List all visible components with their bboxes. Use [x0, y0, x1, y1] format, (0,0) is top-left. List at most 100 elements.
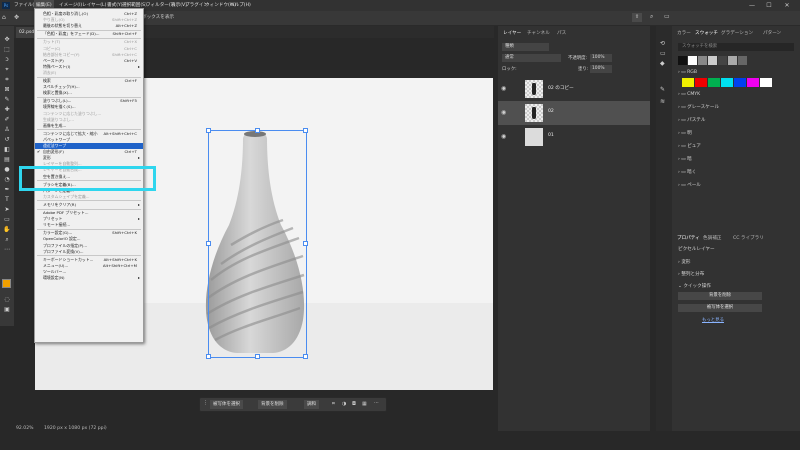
- recent-swatch[interactable]: [718, 56, 727, 65]
- tab-gradients[interactable]: グラデーション: [718, 29, 756, 38]
- edit-menu-item[interactable]: コンテンツに応じて拡大・縮小 Alt+Shift+Ctrl+C: [35, 131, 143, 137]
- edit-menu-item[interactable]: 検索 Ctrl+F: [35, 78, 143, 84]
- tab-channels[interactable]: チャンネル: [524, 29, 553, 38]
- more-options-icon[interactable]: ⋯: [374, 400, 379, 406]
- remove-background-button[interactable]: 背景を削除: [678, 292, 762, 300]
- layer-row[interactable]: ◉ 02: [498, 101, 650, 125]
- edit-menu-item[interactable]: リモート接続...: [35, 222, 143, 228]
- type-tool-icon[interactable]: T: [3, 196, 11, 203]
- edit-menu-item[interactable]: 環境設定(N) ▸: [35, 275, 143, 281]
- stamp-tool-icon[interactable]: ♙: [3, 126, 11, 133]
- minimize-button[interactable]: —: [745, 0, 759, 11]
- blur-tool-icon[interactable]: ●: [3, 166, 11, 173]
- recent-swatch[interactable]: [688, 56, 697, 65]
- visibility-eye-icon[interactable]: ◉: [501, 133, 506, 140]
- shape-tool-icon[interactable]: ▭: [3, 216, 11, 223]
- frame-tool-icon[interactable]: ⊠: [3, 86, 11, 93]
- layer-row[interactable]: ◉ 02 のコピー: [498, 77, 650, 101]
- harmonize-button[interactable]: 調和: [304, 400, 319, 409]
- zoom-level[interactable]: 92.02%: [16, 426, 34, 431]
- fill-input[interactable]: 100%: [590, 65, 612, 73]
- history-icon[interactable]: ⟲: [660, 40, 665, 47]
- swatch-folder[interactable]: › ▭ CMYK: [678, 90, 700, 100]
- edit-menu-item[interactable]: コピー(C) Ctrl+C: [35, 46, 143, 52]
- edit-menu-item[interactable]: 最後の状態を切り替え Alt+Ctrl+Z: [35, 23, 143, 29]
- move-tool-icon[interactable]: ✥: [14, 14, 19, 21]
- tab-adjustments[interactable]: 色調補正: [700, 234, 724, 243]
- section-quick-actions[interactable]: ⌄ クイック操作: [678, 283, 711, 289]
- edit-menu-item[interactable]: スペルチェック(H)...: [35, 84, 143, 90]
- swatch-folder[interactable]: › ▭ 明: [678, 129, 692, 139]
- edit-menu-item[interactable]: キーボードショートカット... Alt+Shift+Ctrl+K: [35, 257, 143, 263]
- screen-mode-icon[interactable]: ▣: [3, 306, 11, 313]
- edit-menu-item[interactable]: カット(T) Ctrl+X: [35, 39, 143, 45]
- swatch-folder[interactable]: › ▭ グレースケール: [678, 103, 719, 113]
- healing-brush-icon[interactable]: ✚: [3, 106, 11, 113]
- edit-menu-item[interactable]: カラー設定(G)... Shift+Ctrl+K: [35, 230, 143, 236]
- tab-patterns[interactable]: パターン: [760, 29, 784, 38]
- opacity-input[interactable]: 100%: [590, 54, 612, 62]
- foreground-color-swatch[interactable]: [2, 279, 11, 288]
- edit-menu-item[interactable]: 結合部分をコピー(Y) Shift+Ctrl+C: [35, 52, 143, 58]
- edit-menu-item[interactable]: メニュー(U)... Alt+Shift+Ctrl+M: [35, 263, 143, 269]
- zoom-tool-icon[interactable]: ⌕: [3, 236, 11, 243]
- object-select-icon[interactable]: ⌖: [3, 66, 11, 73]
- transform-handle[interactable]: [206, 128, 211, 133]
- quick-mask-icon[interactable]: ◌: [3, 296, 11, 303]
- edit-menu-item[interactable]: ペースト(P) Ctrl+V: [35, 58, 143, 64]
- edit-menu-item[interactable]: やり直し(O) Shift+Ctrl+Z: [35, 17, 143, 23]
- swatch-folder[interactable]: › ▭ パステル: [678, 116, 706, 126]
- eraser-tool-icon[interactable]: ◧: [3, 146, 11, 153]
- color-swatch[interactable]: [721, 78, 733, 87]
- edit-menu-item[interactable]: 生成塗りつぶし...: [35, 117, 143, 123]
- close-button[interactable]: ✕: [780, 0, 794, 11]
- color-swatch[interactable]: [747, 78, 759, 87]
- color-swatch[interactable]: [695, 78, 707, 87]
- edit-menu-item[interactable]: 境界線を描く(S)...: [35, 104, 143, 110]
- brush-settings-icon[interactable]: ✎: [660, 86, 665, 93]
- swatch-folder[interactable]: › ▭ 暗く: [678, 168, 696, 178]
- edit-menu-item[interactable]: 遠近法ワープ: [35, 143, 143, 149]
- dodge-tool-icon[interactable]: ◔: [3, 176, 11, 183]
- edit-menu-item[interactable]: OpenColorIO 設定...: [35, 236, 143, 242]
- edit-menu-item[interactable]: 画像を生成...: [35, 123, 143, 129]
- transform-handle[interactable]: [255, 354, 260, 359]
- tab-cc-libraries[interactable]: CC ライブラリ: [730, 234, 767, 243]
- show-transform-controls-label[interactable]: ボックスを表示: [142, 14, 174, 20]
- more-link[interactable]: もっと見る: [702, 317, 724, 323]
- edit-menu-item[interactable]: パペットワープ: [35, 137, 143, 143]
- tab-color[interactable]: カラー: [674, 29, 694, 38]
- section-align[interactable]: › 整列と分布: [678, 271, 704, 277]
- transform-handle[interactable]: [303, 241, 308, 246]
- edit-menu-item[interactable]: 「色相・彩度」をフェード(D)... Shift+Ctrl+F: [35, 31, 143, 37]
- swatch-search-input[interactable]: スウォッチを検索: [678, 43, 794, 51]
- move-tool-icon[interactable]: ✥: [3, 36, 11, 43]
- swatch-folder[interactable]: › ▭ ピュア: [678, 142, 701, 152]
- edit-menu-item[interactable]: 特殊ペースト(I) ▸: [35, 64, 143, 70]
- edit-menu-item[interactable]: 塗りつぶし(L)... Shift+F5: [35, 98, 143, 104]
- crop-tool-icon[interactable]: ⌗: [3, 76, 11, 83]
- tab-swatches[interactable]: スウォッチ: [692, 29, 721, 38]
- recent-swatch[interactable]: [698, 56, 707, 65]
- edit-menu-item[interactable]: Adobe PDF プリセット...: [35, 210, 143, 216]
- home-icon[interactable]: ⌂: [2, 14, 6, 21]
- document-info[interactable]: 1920 px x 1080 px (72 ppi): [44, 426, 107, 431]
- select-subject-button[interactable]: 被写体を選択: [678, 304, 762, 312]
- transform-handle[interactable]: [206, 241, 211, 246]
- share-icon[interactable]: ⇪: [632, 13, 642, 22]
- visibility-eye-icon[interactable]: ◉: [501, 85, 506, 92]
- swatch-folder[interactable]: › ▭ RGB: [678, 68, 697, 78]
- color-swatch[interactable]: [760, 78, 772, 87]
- color-swatch[interactable]: [708, 78, 720, 87]
- adjustments-icon[interactable]: ≋: [660, 98, 665, 105]
- recent-swatch[interactable]: [728, 56, 737, 65]
- transform-bounding-box[interactable]: [208, 130, 307, 358]
- menu-10[interactable]: ヘルプ(H): [228, 0, 253, 11]
- transform-handle[interactable]: [255, 128, 260, 133]
- edit-menu-item[interactable]: 検索と置換(X)...: [35, 90, 143, 96]
- pen-tool-icon[interactable]: ✒: [3, 186, 11, 193]
- edit-menu-item[interactable]: 変形 ▸: [35, 155, 143, 161]
- eyedropper-icon[interactable]: ✎: [3, 96, 11, 103]
- hand-tool-icon[interactable]: ✋: [3, 226, 11, 233]
- history-brush-icon[interactable]: ↺: [3, 136, 11, 143]
